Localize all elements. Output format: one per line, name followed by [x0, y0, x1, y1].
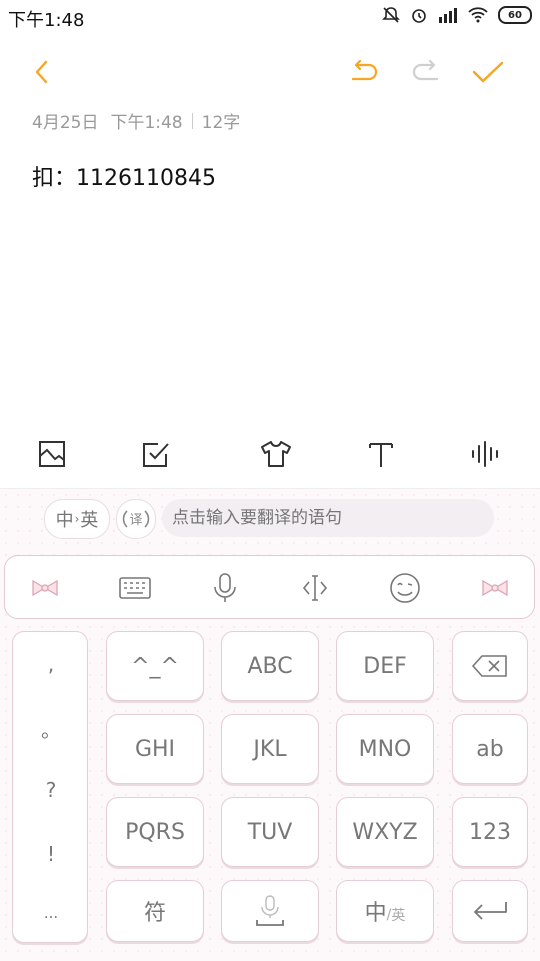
note-char-count: 12字 [201, 113, 241, 133]
key-mno-label: MNO [358, 736, 412, 762]
key-abc-label: ABC [247, 653, 293, 679]
key-jkl-label: JKL [253, 736, 287, 762]
redo-button[interactable] [404, 50, 448, 94]
cursor-move-button[interactable] [293, 566, 337, 610]
key-emoticon[interactable]: ^_^ [106, 631, 204, 701]
lang-zh-label: 中 [55, 510, 74, 531]
key-numbers[interactable]: 123 [452, 797, 528, 867]
bow-icon [482, 579, 508, 597]
smiley-icon [390, 573, 420, 603]
emoji-button[interactable] [383, 566, 427, 610]
translate-direction-toggle[interactable]: 中 › 英 [44, 499, 110, 539]
confirm-button[interactable] [466, 50, 510, 94]
cursor-icon [302, 575, 328, 601]
redo-icon [412, 60, 439, 81]
bow-decoration-left [23, 566, 67, 610]
chevron-left-icon [35, 60, 48, 84]
key-lang-en: 英 [391, 908, 406, 924]
key-symbols[interactable]: 符 [106, 880, 204, 942]
enter-icon [474, 902, 507, 920]
signal-icon [439, 8, 457, 23]
key-emoticon-label: ^_^ [131, 653, 179, 679]
note-date: 4月25日 [32, 113, 99, 133]
keyboard-switch-button[interactable] [113, 566, 157, 610]
battery-icon: 60 [498, 6, 532, 24]
translate-icon-label: 译 [129, 513, 142, 528]
text-icon [369, 443, 393, 467]
battery-level: 60 [508, 9, 522, 21]
insert-image-button[interactable] [30, 432, 74, 476]
key-pqrs-label: PQRS [125, 819, 185, 845]
keyboard-tool-row [4, 555, 535, 619]
translate-row: 中 › 英 译 [0, 489, 540, 549]
translate-input[interactable] [162, 499, 494, 537]
space-key[interactable] [221, 880, 319, 942]
status-bar: 下午1:48 60 [0, 0, 540, 34]
text-format-button[interactable] [359, 432, 403, 476]
punctuation-column: , 。 ? ! ... [12, 631, 88, 943]
format-toolbar [0, 428, 540, 478]
key-english-label: ab [476, 736, 504, 762]
key-def[interactable]: DEF [336, 631, 434, 701]
enter-key[interactable] [452, 880, 528, 942]
backspace-key[interactable] [452, 631, 528, 701]
insert-checklist-button[interactable] [134, 432, 178, 476]
punct-period-key[interactable]: 。 [13, 714, 89, 743]
key-wxyz[interactable]: WXYZ [336, 797, 434, 867]
check-icon [472, 61, 504, 83]
punct-exclaim-key[interactable]: ! [13, 842, 89, 866]
bow-decoration-right [473, 566, 517, 610]
arrow-right-icon: › [74, 512, 80, 526]
key-wxyz-label: WXYZ [352, 819, 418, 845]
backspace-icon [472, 655, 507, 677]
key-ghi-label: GHI [134, 736, 176, 762]
voice-input-button[interactable] [203, 566, 247, 610]
key-tuv[interactable]: TUV [221, 797, 319, 867]
key-jkl[interactable]: JKL [221, 714, 319, 784]
lang-en-label: 英 [80, 510, 99, 531]
note-time: 下午1:48 [110, 113, 183, 133]
key-def-label: DEF [363, 653, 407, 679]
bow-icon [32, 579, 58, 597]
wifi-icon [468, 7, 488, 23]
undo-icon [351, 60, 378, 81]
key-mno[interactable]: MNO [336, 714, 434, 784]
status-time: 下午1:48 [8, 10, 85, 31]
voice-record-button[interactable] [464, 432, 508, 476]
theme-button[interactable] [254, 432, 298, 476]
ime-keyboard: 中 › 英 译 点击输入要翻译的语句 , 。 ? ! ... ^_^ ABC D… [0, 488, 540, 961]
punct-ellipsis-key[interactable]: ... [13, 904, 89, 922]
key-english[interactable]: ab [452, 714, 528, 784]
microphone-icon [214, 573, 236, 602]
key-tuv-label: TUV [247, 819, 293, 845]
tshirt-icon [261, 441, 291, 467]
status-icons: 60 [382, 6, 532, 24]
meta-divider [191, 112, 193, 129]
punct-comma-key[interactable]: , [13, 652, 89, 676]
note-meta: 4月25日 下午1:48 12字 [32, 108, 240, 133]
key-lang-zh: 中 [364, 901, 387, 926]
note-content[interactable]: 扣：1126110845 [32, 160, 216, 192]
space-mic-icon [256, 895, 284, 926]
image-icon [39, 441, 65, 467]
key-lang-switch[interactable]: 中 / 英 [336, 880, 434, 942]
key-symbols-label: 符 [143, 901, 166, 926]
checkbox-icon [143, 443, 169, 467]
alarm-icon [412, 9, 426, 23]
undo-button[interactable] [342, 50, 386, 94]
translate-button[interactable]: 译 [116, 499, 156, 539]
key-ghi[interactable]: GHI [106, 714, 204, 784]
keyboard-icon [119, 577, 151, 599]
translate-icon: 译 [122, 510, 150, 528]
key-pqrs[interactable]: PQRS [106, 797, 204, 867]
mute-notification-icon [382, 7, 400, 23]
back-button[interactable] [20, 50, 64, 94]
note-toolbar [0, 40, 540, 100]
key-abc[interactable]: ABC [221, 631, 319, 701]
punct-question-key[interactable]: ? [13, 778, 89, 802]
key-numbers-label: 123 [469, 819, 511, 845]
waveform-icon [472, 441, 498, 467]
